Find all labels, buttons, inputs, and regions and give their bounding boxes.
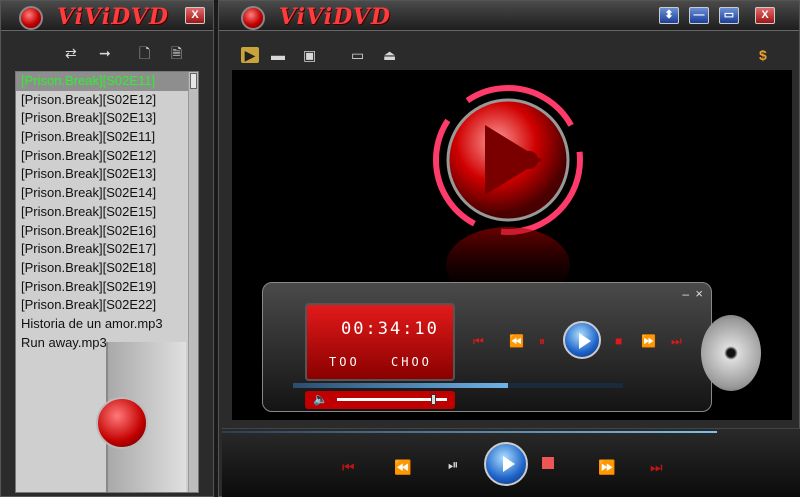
skip-back-icon[interactable]: ⏮	[342, 459, 355, 476]
main-logo-text: ViViDVD	[279, 4, 391, 30]
playlist-logo-text: ViViDVD	[57, 4, 169, 30]
playlist-titlebar[interactable]: ViViDVD X	[1, 1, 213, 31]
progress-fill	[293, 383, 508, 388]
play-button[interactable]	[563, 321, 601, 359]
playlist-item[interactable]: [Prison.Break][S02E11]	[16, 128, 198, 147]
arrow-right-icon[interactable]: ➞	[99, 45, 111, 61]
playlist-item[interactable]: [Prison.Break][S02E12]	[16, 91, 198, 110]
time-readout: 00:34:10	[341, 319, 439, 339]
playlist-item[interactable]: [Prison.Break][S02E19]	[16, 278, 198, 297]
playlist-item[interactable]: [Prison.Break][S02E11]	[16, 72, 198, 91]
playlist-item[interactable]: [Prison.Break][S02E16]	[16, 222, 198, 241]
file-add-icon[interactable]: 🗋	[139, 45, 150, 61]
display-line-right: CHOO	[391, 355, 432, 369]
stop-icon[interactable]: ■	[615, 334, 622, 348]
skip-forward-icon[interactable]: ⏭	[650, 459, 663, 476]
pause-icon[interactable]: ⏸	[539, 334, 545, 348]
playlist-item[interactable]: [Prison.Break][S02E12]	[16, 147, 198, 166]
pause-play-icon[interactable]: ⏯	[448, 457, 458, 473]
playlist-item[interactable]: [Prison.Break][S02E22]	[16, 296, 198, 315]
play-logo-icon	[96, 397, 148, 449]
bottom-control-bar: ⏮ ⏪ ⏯ ⏩ ⏭	[222, 428, 800, 497]
playlist-window: ViViDVD X ⇄ ➞ 🗋 🗎 [Prison.Break][S02E11]…	[0, 0, 214, 497]
disc-icon	[701, 315, 761, 391]
main-play-button[interactable]	[484, 442, 528, 486]
display-line-left: TOO	[329, 355, 360, 369]
maximize-button[interactable]: ▭	[719, 7, 739, 24]
stop-icon[interactable]	[542, 457, 554, 469]
time-display: 00:34:10 TOO CHOO	[305, 303, 455, 381]
playlist-item[interactable]: [Prison.Break][S02E13]	[16, 165, 198, 184]
playlist-item[interactable]: Historia de un amor.mp3	[16, 315, 198, 334]
playlist-scroll-thumb[interactable]	[190, 73, 197, 89]
main-titlebar[interactable]: ViViDVD ⬍ — ▭ X	[219, 1, 799, 31]
playlist-item[interactable]: [Prison.Break][S02E18]	[16, 259, 198, 278]
volume-icon: 🔈	[313, 392, 328, 406]
playlist-item[interactable]: [Prison.Break][S02E14]	[16, 184, 198, 203]
playlist-item[interactable]: [Prison.Break][S02E15]	[16, 203, 198, 222]
record-icon[interactable]: ▣	[303, 47, 316, 63]
skip-back-icon[interactable]: ⏮	[473, 334, 484, 348]
skip-forward-icon[interactable]: ⏭	[671, 334, 682, 348]
logo-icon	[19, 6, 43, 30]
main-toolbar: ▶ ▬ ▣ ▭ ⏏ $	[219, 45, 800, 67]
file-icon[interactable]: 🗎	[171, 45, 182, 61]
volume-bar[interactable]: 🔈	[305, 391, 455, 409]
camera-icon[interactable]: ▬	[271, 47, 285, 63]
progress-bar[interactable]	[293, 383, 623, 388]
rewind-icon[interactable]: ⏪	[509, 334, 524, 348]
dollar-icon[interactable]: $	[759, 47, 767, 63]
logo-icon	[241, 6, 265, 30]
mini-player-minimize[interactable]: –	[682, 287, 689, 301]
minimize-button[interactable]: —	[689, 7, 709, 24]
eject-icon[interactable]: ⏏	[383, 47, 396, 63]
playlist-list[interactable]: [Prison.Break][S02E11] [Prison.Break][S0…	[15, 71, 199, 493]
open-file-icon[interactable]: ▶	[241, 47, 259, 63]
folder-icon[interactable]: ▭	[351, 47, 364, 63]
repeat-icon[interactable]: ⇄	[65, 45, 77, 61]
window-menu-button[interactable]: ⬍	[659, 7, 679, 24]
playlist-item[interactable]: [Prison.Break][S02E17]	[16, 240, 198, 259]
forward-icon[interactable]: ⏩	[641, 334, 656, 348]
playlist-toolbar: ⇄ ➞ 🗋 🗎	[1, 41, 215, 65]
volume-handle[interactable]	[430, 394, 436, 405]
mini-player-close[interactable]: ×	[695, 286, 703, 301]
close-button[interactable]: X	[755, 7, 775, 24]
rewind-icon[interactable]: ⏪	[394, 459, 411, 476]
playlist-scrollbar[interactable]	[188, 72, 198, 492]
mini-player: – × 00:34:10 TOO CHOO ⏮ ⏪ ⏸ ■ ⏩ ⏭ 🔈	[262, 282, 761, 412]
playlist-item[interactable]: [Prison.Break][S02E13]	[16, 109, 198, 128]
bottom-progress-line[interactable]	[222, 431, 717, 433]
forward-icon[interactable]: ⏩	[598, 459, 615, 476]
playlist-close-button[interactable]: X	[185, 7, 205, 24]
